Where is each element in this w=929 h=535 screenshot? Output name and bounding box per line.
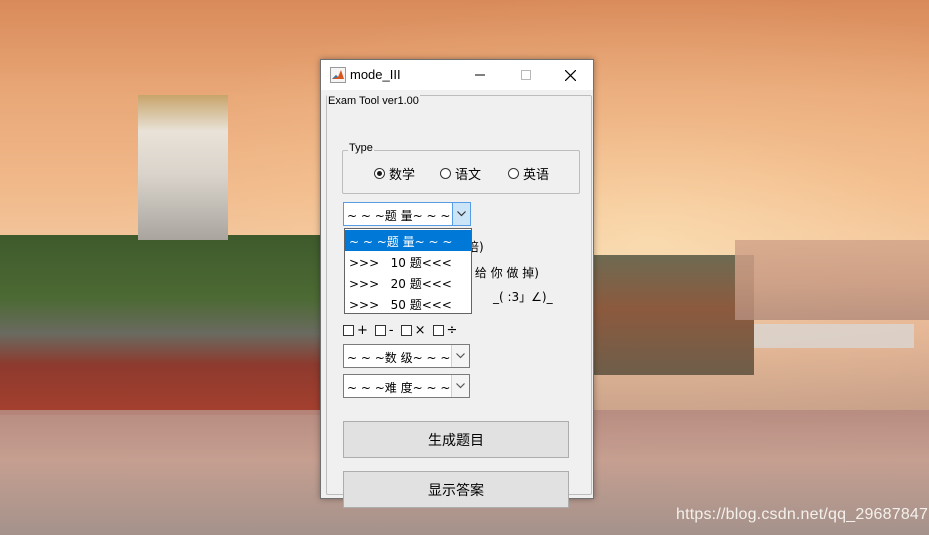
checkbox-minus[interactable] — [374, 325, 386, 336]
type-group: Type 数学 语文 英语 — [342, 142, 580, 194]
chevron-down-icon[interactable] — [451, 375, 469, 397]
app-window: mode_III Exam Tool ver1.00 Type 数学 语文 英语… — [320, 59, 594, 508]
show-answer-button[interactable]: 显示答案 — [343, 471, 569, 508]
radio-unselected-icon — [440, 168, 451, 179]
minimize-button[interactable] — [457, 60, 503, 90]
checkbox-multiply[interactable] — [400, 325, 412, 336]
radio-unselected-icon — [508, 168, 519, 179]
dropdown-option[interactable]: >>> 50 题<<< — [345, 293, 471, 314]
checkbox-divide[interactable] — [432, 325, 444, 336]
level-value: ~ ~ ~数 级~ ~ ~ — [347, 351, 451, 365]
background-tower — [138, 95, 228, 240]
question-count-dropdown: ~ ~ ~题 量~ ~ ~ >>> 10 题<<< >>> 20 题<<< >>… — [344, 228, 472, 314]
difficulty-value: ~ ~ ~难 度~ ~ ~ — [347, 381, 451, 395]
operator-minus-label: - — [388, 323, 394, 338]
radio-chinese[interactable]: 语文 — [440, 164, 481, 183]
maximize-button[interactable] — [503, 60, 549, 90]
checkbox-plus[interactable] — [343, 325, 354, 336]
operator-checkboxes: + - × ÷ — [343, 323, 461, 338]
watermark-url: https://blog.csdn.net/qq_29687847 — [676, 506, 929, 523]
radio-english[interactable]: 英语 — [508, 164, 549, 183]
generate-questions-button[interactable]: 生成题目 — [343, 421, 569, 458]
question-count-value: ~ ~ ~题 量~ ~ ~ — [347, 209, 451, 223]
background-island-right — [594, 255, 754, 375]
background-dock — [754, 324, 914, 348]
background-island-left — [0, 235, 320, 415]
radio-english-label: 英语 — [523, 168, 550, 183]
operator-multiply-label: × — [414, 323, 426, 338]
maximize-icon — [521, 70, 531, 80]
radio-selected-icon — [374, 168, 385, 179]
radio-math[interactable]: 数学 — [374, 164, 415, 183]
panel-title: Exam Tool ver1.00 — [327, 95, 420, 107]
radio-math-label: 数学 — [389, 168, 416, 183]
radio-chinese-label: 语文 — [455, 168, 482, 183]
window-title: mode_III — [350, 67, 401, 82]
title-bar[interactable]: mode_III — [321, 60, 593, 90]
type-group-label: Type — [348, 142, 374, 154]
background-town — [735, 240, 929, 320]
chevron-down-icon[interactable] — [452, 203, 470, 225]
dropdown-option[interactable]: ~ ~ ~题 量~ ~ ~ — [345, 230, 471, 251]
dropdown-option[interactable]: >>> 10 题<<< — [345, 251, 471, 272]
close-button[interactable] — [547, 60, 593, 90]
minimize-icon — [475, 74, 485, 76]
dropdown-option[interactable]: >>> 20 题<<< — [345, 272, 471, 293]
difficulty-select[interactable]: ~ ~ ~难 度~ ~ ~ — [343, 374, 470, 398]
partially-hidden-text-3: _( :3」∠)_ — [493, 290, 553, 304]
operator-plus-label: + — [357, 323, 368, 338]
operator-divide-label: ÷ — [446, 323, 458, 338]
level-select[interactable]: ~ ~ ~数 级~ ~ ~ — [343, 344, 470, 368]
close-icon — [564, 69, 576, 81]
window-client-area: Exam Tool ver1.00 Type 数学 语文 英语 ~ ~ ~题 量… — [321, 90, 593, 508]
matlab-icon — [330, 67, 346, 83]
chevron-down-icon[interactable] — [451, 345, 469, 367]
question-count-select[interactable]: ~ ~ ~题 量~ ~ ~ — [343, 202, 471, 226]
